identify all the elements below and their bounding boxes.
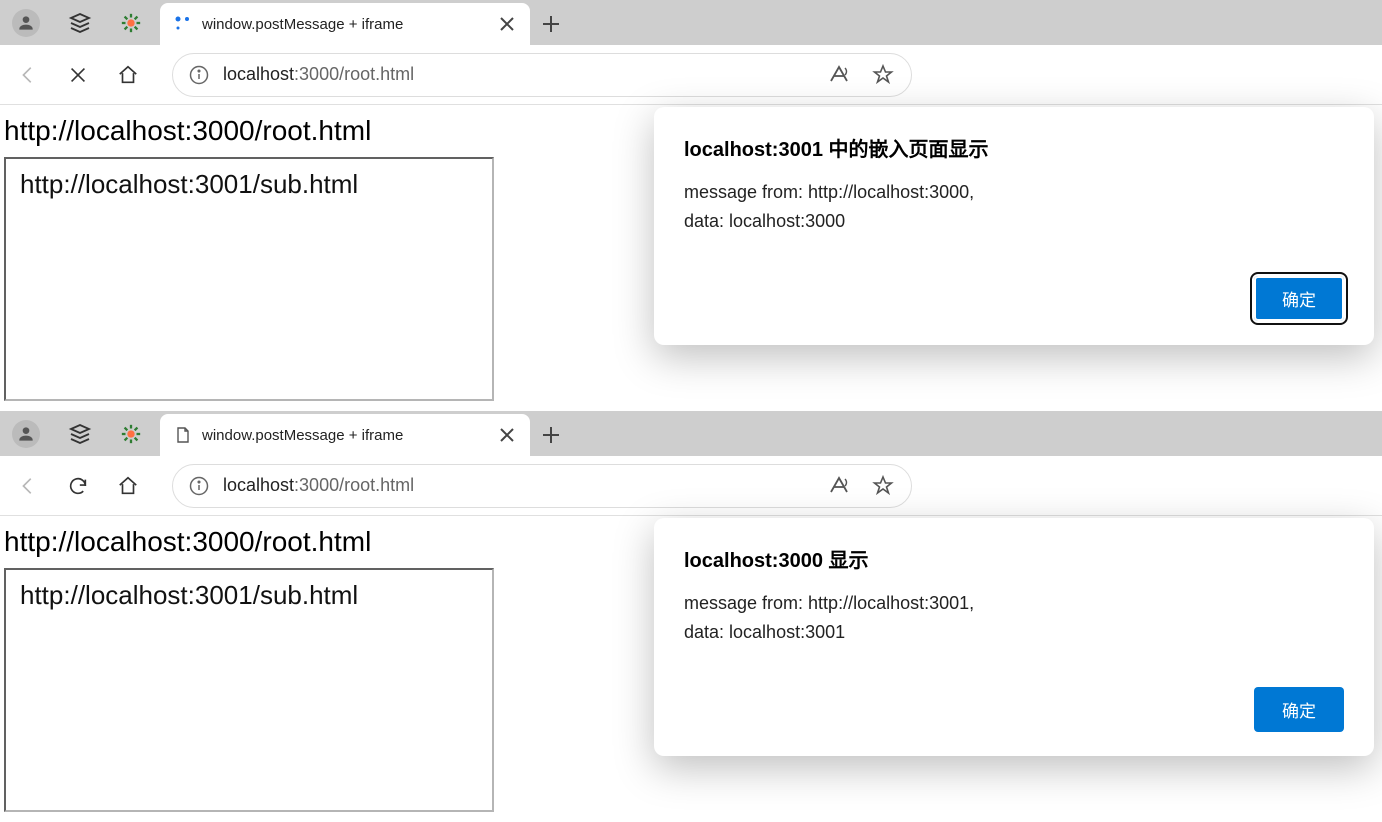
toolbar: localhost:3000/root.html <box>0 45 1382 105</box>
url-text: localhost:3000/root.html <box>223 64 414 85</box>
extension-gear-icon[interactable] <box>120 12 142 34</box>
tab-title: window.postMessage + iframe <box>202 427 488 444</box>
tab-page-icon <box>174 426 192 444</box>
tab-bar: window.postMessage + iframe <box>0 0 1382 45</box>
new-tab-button[interactable] <box>530 414 572 456</box>
browser-tab[interactable]: window.postMessage + iframe <box>160 3 530 45</box>
browser-tab[interactable]: window.postMessage + iframe <box>160 414 530 456</box>
url-text: localhost:3000/root.html <box>223 475 414 496</box>
iframe-container: http://localhost:3001/sub.html <box>4 568 494 812</box>
favorite-star-icon[interactable] <box>871 474 895 498</box>
read-aloud-icon[interactable] <box>827 63 851 87</box>
alert-title: localhost:3001 中的嵌入页面显示 <box>684 133 1344 162</box>
alert-actions: 确定 <box>684 276 1344 321</box>
back-button <box>8 55 48 95</box>
profile-avatar-icon[interactable] <box>12 420 40 448</box>
alert-message: message from: http://localhost:3001, dat… <box>684 589 1344 647</box>
address-bar[interactable]: localhost:3000/root.html <box>172 53 912 97</box>
address-actions <box>827 63 895 87</box>
iframe-url-text: http://localhost:3001/sub.html <box>20 169 478 200</box>
new-tab-button[interactable] <box>530 3 572 45</box>
tab-bar-prefix <box>0 411 160 456</box>
tab-loading-icon <box>174 15 192 33</box>
refresh-button[interactable] <box>58 466 98 506</box>
alert-dialog: localhost:3001 中的嵌入页面显示 message from: ht… <box>654 107 1374 345</box>
address-bar[interactable]: localhost:3000/root.html <box>172 464 912 508</box>
iframe-url-text: http://localhost:3001/sub.html <box>20 580 478 611</box>
url-path: :3000/root.html <box>294 64 414 85</box>
site-info-icon[interactable] <box>189 476 209 496</box>
alert-title: localhost:3000 显示 <box>684 544 1344 573</box>
favorite-star-icon[interactable] <box>871 63 895 87</box>
alert-actions: 确定 <box>684 687 1344 732</box>
alert-dialog: localhost:3000 显示 message from: http://l… <box>654 518 1374 756</box>
url-host: localhost <box>223 64 294 85</box>
browser-window-1: window.postMessage + iframe <box>0 0 1382 411</box>
address-actions <box>827 474 895 498</box>
tab-title: window.postMessage + iframe <box>202 16 488 33</box>
alert-ok-button[interactable]: 确定 <box>1254 687 1344 732</box>
stop-button[interactable] <box>58 55 98 95</box>
url-host: localhost <box>223 475 294 496</box>
url-path: :3000/root.html <box>294 475 414 496</box>
workspaces-icon[interactable] <box>68 422 92 446</box>
site-info-icon[interactable] <box>189 65 209 85</box>
tab-bar: window.postMessage + iframe <box>0 411 1382 456</box>
tab-close-button[interactable] <box>498 426 516 444</box>
home-button[interactable] <box>108 466 148 506</box>
iframe-container: http://localhost:3001/sub.html <box>4 157 494 401</box>
tab-bar-prefix <box>0 0 160 45</box>
alert-message: message from: http://localhost:3000, dat… <box>684 178 1344 236</box>
page-content: http://localhost:3000/root.html http://l… <box>0 516 1382 822</box>
profile-avatar-icon[interactable] <box>12 9 40 37</box>
toolbar: localhost:3000/root.html <box>0 456 1382 516</box>
extension-gear-icon[interactable] <box>120 423 142 445</box>
tab-close-button[interactable] <box>498 15 516 33</box>
alert-ok-button[interactable]: 确定 <box>1254 276 1344 321</box>
back-button <box>8 466 48 506</box>
browser-window-2: window.postMessage + iframe <box>0 411 1382 822</box>
page-content: http://localhost:3000/root.html http://l… <box>0 105 1382 411</box>
home-button[interactable] <box>108 55 148 95</box>
read-aloud-icon[interactable] <box>827 474 851 498</box>
workspaces-icon[interactable] <box>68 11 92 35</box>
